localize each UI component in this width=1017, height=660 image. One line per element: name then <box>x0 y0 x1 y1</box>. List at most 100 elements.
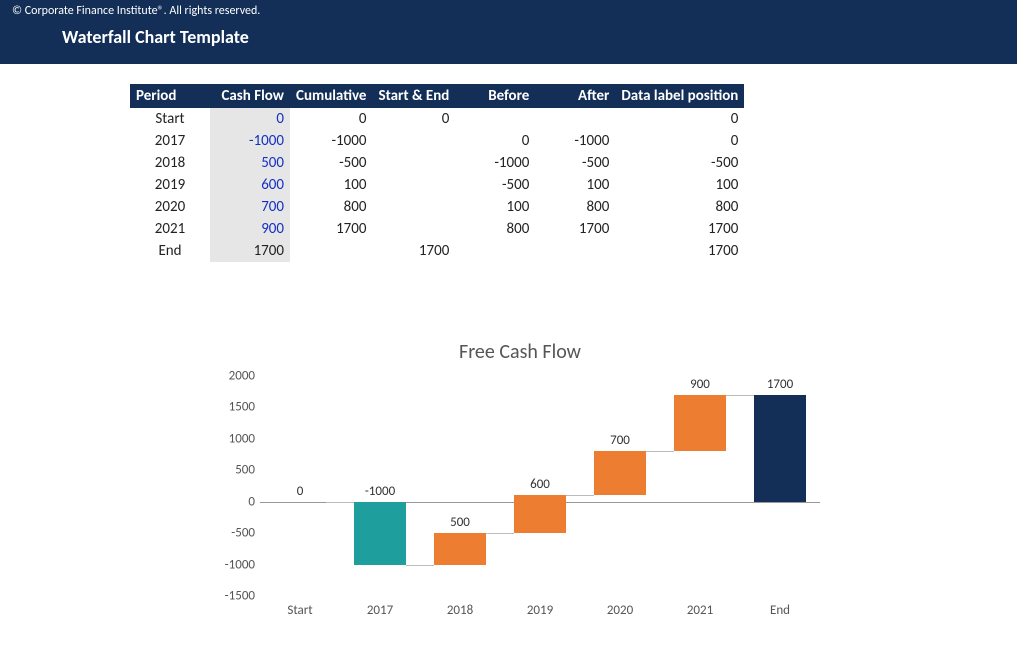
table-cell: 100 <box>290 174 372 196</box>
table-row: Start0000 <box>130 108 744 130</box>
chart-data-label: 700 <box>610 433 630 448</box>
chart-connector <box>486 533 514 534</box>
table-row: 2017-1000-10000-10000 <box>130 130 744 152</box>
table-cell: 0 <box>455 130 535 152</box>
table-cell <box>372 196 455 218</box>
chart-data-label: 0 <box>297 484 304 499</box>
table-cell: 100 <box>535 174 615 196</box>
chart-bar <box>754 395 806 502</box>
chart-bar <box>434 533 486 564</box>
table-cell: 0 <box>372 108 455 130</box>
table-cell: Start <box>130 108 210 130</box>
chart-data-label: -1000 <box>365 484 395 499</box>
y-tick-label: 500 <box>205 463 255 478</box>
table-cell: 100 <box>455 196 535 218</box>
y-tick-label: -1500 <box>205 589 255 604</box>
table-cell <box>372 130 455 152</box>
table-cell: -500 <box>455 174 535 196</box>
chart-connector <box>726 395 754 396</box>
x-tick-label: 2019 <box>505 603 575 618</box>
x-tick-label: 2021 <box>665 603 735 618</box>
copyright-text: © Corporate Finance Institute®. All righ… <box>12 4 1005 18</box>
table-cell <box>535 240 615 262</box>
table-cell: 800 <box>290 196 372 218</box>
table-cell <box>455 240 535 262</box>
table-cell: 1700 <box>290 218 372 240</box>
table-cell: -500 <box>615 152 744 174</box>
table-cell <box>372 152 455 174</box>
table-cell: End <box>130 240 210 262</box>
table-header: Cash Flow <box>210 84 290 108</box>
x-tick-label: 2018 <box>425 603 495 618</box>
table-cell: 1700 <box>615 218 744 240</box>
table-cell: 800 <box>455 218 535 240</box>
chart-connector <box>326 502 354 503</box>
y-tick-label: 2000 <box>205 369 255 384</box>
y-tick-label: 1000 <box>205 431 255 446</box>
table-cell: -1000 <box>535 130 615 152</box>
table-header: Start & End <box>372 84 455 108</box>
chart-bar <box>594 451 646 495</box>
table-cell: -1000 <box>455 152 535 174</box>
table-row: 2019600100-500100100 <box>130 174 744 196</box>
table-header: Before <box>455 84 535 108</box>
chart-bar <box>514 495 566 533</box>
table-cell <box>535 108 615 130</box>
y-tick-label: -1000 <box>205 557 255 572</box>
table-cell: 0 <box>615 130 744 152</box>
chart-connector <box>566 495 594 496</box>
chart-data-label: 500 <box>450 515 470 530</box>
table-cell: -500 <box>535 152 615 174</box>
table-cell: 1700 <box>372 240 455 262</box>
chart-connector <box>406 565 434 566</box>
table-cell: 2017 <box>130 130 210 152</box>
table-cell: -1000 <box>290 130 372 152</box>
page-title: Waterfall Chart Template <box>62 26 1005 48</box>
table-cell <box>290 240 372 262</box>
table-cell: 800 <box>535 196 615 218</box>
x-tick-label: End <box>745 603 815 618</box>
table-row: 2018500-500-1000-500-500 <box>130 152 744 174</box>
table-cell: 1700 <box>535 218 615 240</box>
table-cell <box>372 218 455 240</box>
x-tick-label: 2017 <box>345 603 415 618</box>
table-cell: 500 <box>210 152 290 174</box>
chart-bar <box>354 502 406 565</box>
chart-data-label: 600 <box>530 477 550 492</box>
chart-connector <box>646 451 674 452</box>
y-tick-label: 0 <box>205 494 255 509</box>
table-cell: 2018 <box>130 152 210 174</box>
data-table-wrap: PeriodCash FlowCumulativeStart & EndBefo… <box>130 84 1017 262</box>
waterfall-chart: Free Cash Flow -1500-1000-50005001000150… <box>200 340 840 616</box>
x-tick-label: 2020 <box>585 603 655 618</box>
table-cell: 800 <box>615 196 744 218</box>
table-cell: -1000 <box>210 130 290 152</box>
table-header: After <box>535 84 615 108</box>
x-tick-label: Start <box>265 603 335 618</box>
chart-data-label: 1700 <box>767 377 793 392</box>
table-header: Data label position <box>615 84 744 108</box>
chart-bar <box>674 395 726 452</box>
chart-data-label: 900 <box>690 377 710 392</box>
table-cell: 0 <box>615 108 744 130</box>
table-cell: 1700 <box>210 240 290 262</box>
table-cell: -500 <box>290 152 372 174</box>
table-row: 2020700800100800800 <box>130 196 744 218</box>
table-row: End170017001700 <box>130 240 744 262</box>
table-cell: 2020 <box>130 196 210 218</box>
table-cell: 0 <box>290 108 372 130</box>
table-row: 2021900170080017001700 <box>130 218 744 240</box>
table-cell: 700 <box>210 196 290 218</box>
header-bar: © Corporate Finance Institute®. All righ… <box>0 0 1017 64</box>
table-header: Cumulative <box>290 84 372 108</box>
data-table: PeriodCash FlowCumulativeStart & EndBefo… <box>130 84 744 262</box>
table-cell <box>455 108 535 130</box>
table-header: Period <box>130 84 210 108</box>
y-tick-label: 1500 <box>205 400 255 415</box>
table-cell: 0 <box>210 108 290 130</box>
table-cell: 600 <box>210 174 290 196</box>
table-cell: 2021 <box>130 218 210 240</box>
table-cell: 100 <box>615 174 744 196</box>
table-cell <box>372 174 455 196</box>
table-cell: 1700 <box>615 240 744 262</box>
